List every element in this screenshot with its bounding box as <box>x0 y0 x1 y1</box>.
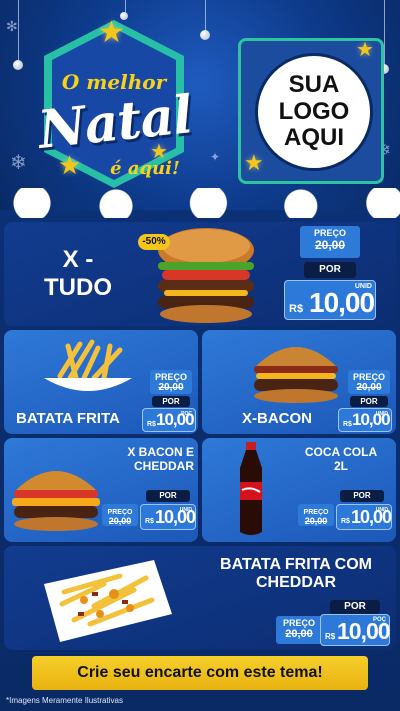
preco-label: PREÇO <box>107 509 133 516</box>
ornament-ball-icon <box>13 60 23 70</box>
price-value: 10,00 <box>309 287 375 318</box>
snowflake-icon: ✻ <box>6 18 18 34</box>
ornament-string <box>384 0 385 66</box>
por-label: POR <box>340 490 384 502</box>
price-box: R$ 10,00 UNID <box>336 504 392 530</box>
unit-label: POÇ <box>181 411 192 417</box>
soda-bottle-image <box>240 442 262 535</box>
product-name: X-BACON <box>242 410 312 427</box>
por-label: POR <box>304 262 356 278</box>
product-name: COCA COLA 2L <box>296 445 386 474</box>
product-name-line: CHEDDAR <box>256 574 336 592</box>
currency-label: R$ <box>341 518 350 525</box>
product-card-x-bacon[interactable]: X-BACON PREÇO 20,00 POR R$ 10,00 UNID <box>202 330 396 434</box>
product-card-x-bacon-cheddar[interactable]: X BACON E CHEDDAR PREÇO 20,00 POR R$ 10,… <box>4 438 198 542</box>
logo-text-line: LOGO <box>278 97 350 125</box>
snow-border <box>0 188 400 218</box>
featured-product-name: X - TUDO <box>38 246 118 301</box>
fries-image <box>44 339 132 391</box>
preco-label: PREÇO <box>303 509 329 516</box>
price-box: R$ 10,00 UNID <box>338 408 392 432</box>
cheddar-fries-image <box>44 560 172 642</box>
preco-label: PREÇO <box>154 372 187 382</box>
discount-badge: -50% <box>138 234 170 250</box>
currency-label: R$ <box>343 421 352 428</box>
product-name-line: X BACON E <box>127 445 194 459</box>
product-name: BATATA FRITA <box>16 410 120 427</box>
old-price-box: PREÇO 20,00 <box>102 504 138 526</box>
star-icon: ★ <box>58 150 82 180</box>
logo-placeholder[interactable]: SUA LOGO AQUI <box>255 53 373 171</box>
preco-label: PREÇO <box>352 372 385 382</box>
por-label: POR <box>350 396 388 407</box>
snowflake-icon: ❄ <box>10 152 27 174</box>
old-price: 20,00 <box>356 382 382 393</box>
featured-price-box: R$ 10,00 UNID <box>284 280 376 320</box>
featured-old-price-box: PREÇO 20,00 <box>300 226 360 258</box>
currency-label: R$ <box>145 518 154 525</box>
product-name-line: 2L <box>333 458 348 473</box>
unit-label: POÇ <box>372 617 386 623</box>
por-label: POR <box>330 600 380 614</box>
cheddar-burger-image <box>12 471 100 531</box>
logo-text-line: AQUI <box>284 124 344 152</box>
old-price: 20,00 <box>285 628 313 640</box>
unit-label: UNID <box>375 507 388 513</box>
product-card-batata-cheddar[interactable]: BATATA FRITA COM CHEDDAR PREÇO 20,00 POR… <box>4 546 396 650</box>
badge-sub-text: é aqui! <box>110 158 180 179</box>
snowflake-icon: ✦ <box>210 150 221 164</box>
unit-label: UNID <box>375 411 388 417</box>
product-name: X BACON E CHEDDAR <box>100 445 194 474</box>
old-price-box: PREÇO 20,00 <box>150 370 192 394</box>
old-price: 20,00 <box>304 516 328 526</box>
currency-label: R$ <box>325 632 336 641</box>
ornament-ball-icon <box>200 30 210 40</box>
star-icon: ★ <box>244 150 264 175</box>
star-icon: ★ <box>150 141 168 163</box>
old-price: 20,00 <box>314 238 346 252</box>
ornament-string <box>18 0 19 62</box>
unit-label: UNID <box>354 283 372 290</box>
currency-label: R$ <box>147 421 156 428</box>
product-name: BATATA FRITA COM CHEDDAR <box>204 556 388 593</box>
old-price: 20,00 <box>108 516 132 526</box>
featured-name-line: TUDO <box>44 273 112 301</box>
product-card-coca-cola[interactable]: COCA COLA 2L PREÇO 20,00 POR R$ 10,00 UN… <box>202 438 396 542</box>
flyer-page: ✻ ❄ ❄ ✦ O melhor Natal é aqui! ★ ★ ★ SUA… <box>0 0 400 711</box>
por-label: POR <box>146 490 190 502</box>
featured-product-card[interactable]: X - TUDO -50% PREÇO 20,00 POR R$ 10,00 U… <box>4 222 396 326</box>
price-box: R$ 10,00 POÇ <box>142 408 196 432</box>
product-name-line: CHEDDAR <box>134 458 194 473</box>
old-price-box: PREÇO 20,00 <box>276 616 322 644</box>
preco-label: PREÇO <box>313 228 346 238</box>
product-name-line: COCA COLA <box>304 445 378 459</box>
por-label: POR <box>152 396 190 407</box>
preco-label: PREÇO <box>282 618 315 628</box>
unit-label: UNID <box>179 507 192 513</box>
cta-banner[interactable]: Crie seu encarte com este tema! <box>32 656 368 690</box>
featured-name-line: X - <box>62 246 94 273</box>
ornament-string <box>205 0 206 32</box>
product-name-line: BATATA FRITA COM <box>220 556 372 573</box>
bacon-burger-image <box>254 347 338 403</box>
price-box: R$ 10,00 POÇ <box>320 614 391 646</box>
footnote: *Imagens Meramente Ilustrativas <box>6 696 123 705</box>
old-price-box: PREÇO 20,00 <box>298 504 334 526</box>
price-box: R$ 10,00 UNID <box>140 504 196 530</box>
currency-label: R$ <box>289 303 304 315</box>
star-icon: ★ <box>356 39 374 61</box>
product-card-batata-frita[interactable]: BATATA FRITA PREÇO 20,00 POR R$ 10,00 PO… <box>4 330 198 434</box>
logo-text-line: SUA <box>288 71 340 99</box>
old-price-box: PREÇO 20,00 <box>348 370 390 394</box>
star-icon: ★ <box>98 16 125 49</box>
old-price: 20,00 <box>158 382 184 393</box>
